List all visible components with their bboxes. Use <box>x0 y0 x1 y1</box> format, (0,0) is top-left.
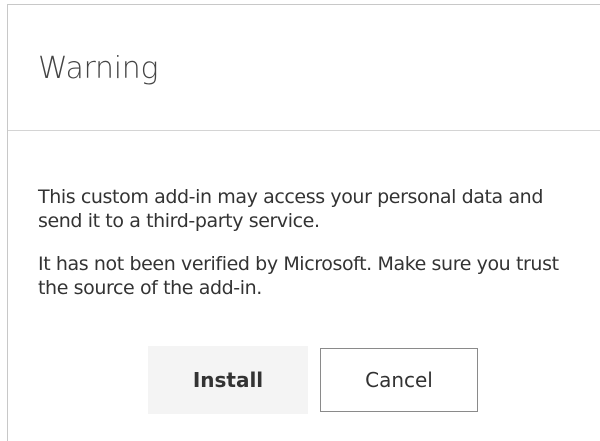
cancel-button[interactable]: Cancel <box>320 348 478 412</box>
install-button[interactable]: Install <box>148 346 308 414</box>
warning-dialog: Warning This custom add-in may access yo… <box>7 4 600 441</box>
dialog-body: This custom add-in may access your perso… <box>38 185 588 300</box>
verification-message: It has not been verified by Microsoft. M… <box>38 253 559 299</box>
dialog-header: Warning <box>8 5 600 131</box>
data-access-message: This custom add-in may access your perso… <box>38 186 543 232</box>
dialog-buttons: Install Cancel <box>148 346 478 414</box>
dialog-title: Warning <box>38 51 159 86</box>
